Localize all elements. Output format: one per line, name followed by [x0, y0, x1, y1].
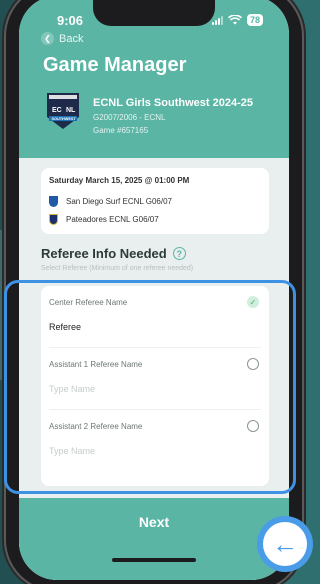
home-team-row: San Diego Surf ECNL G06/07	[49, 196, 172, 207]
away-team-row: Pateadores ECNL G06/07	[49, 214, 159, 225]
referee-heading-text: Referee Info Needed	[41, 246, 167, 261]
chevron-left-icon: ❮	[41, 32, 54, 45]
home-team-badge-icon	[49, 196, 58, 207]
page-title: Game Manager	[43, 54, 187, 76]
highlight-box	[4, 280, 296, 494]
away-team-name: Pateadores ECNL G06/07	[66, 215, 159, 224]
signal-icon	[211, 15, 223, 25]
battery-icon: 78	[246, 14, 263, 26]
status-time: 9:06	[57, 13, 84, 28]
away-team-badge-icon	[49, 214, 58, 225]
home-team-name: San Diego Surf ECNL G06/07	[66, 197, 172, 206]
game-number: Game #657165	[93, 126, 149, 135]
back-arrow-fab[interactable]: ←	[257, 516, 313, 572]
header: 9:06 78 ❮ Back Game Manager EC NL SOUTHW…	[19, 0, 289, 158]
home-indicator	[112, 558, 196, 562]
help-icon[interactable]: ?	[172, 247, 186, 260]
match-datetime: Saturday March 15, 2025 @ 01:00 PM	[49, 176, 190, 185]
notch	[93, 0, 215, 26]
league-name: ECNL Girls Southwest 2024-25	[93, 97, 253, 109]
status-icons: 78	[211, 14, 263, 26]
back-label: Back	[59, 32, 84, 45]
back-button[interactable]: ❮ Back	[41, 32, 83, 45]
match-card: Saturday March 15, 2025 @ 01:00 PM San D…	[41, 168, 269, 234]
bottom-bar: Next	[19, 498, 289, 580]
arrow-left-icon: ←	[263, 522, 307, 566]
referee-heading: Referee Info Needed ?	[41, 246, 186, 261]
logo-banner: SOUTHWEST	[52, 117, 77, 121]
referee-subtitle: Select Referee (Minimum of one referee n…	[41, 265, 194, 272]
wifi-icon	[227, 15, 242, 25]
division: G2007/2006 - ECNL	[93, 113, 166, 122]
league-logo: EC NL SOUTHWEST	[47, 93, 79, 129]
game-summary: EC NL SOUTHWEST ECNL Girls Southwest 202…	[43, 91, 253, 135]
logo-text-left: EC	[52, 107, 62, 114]
next-button[interactable]: Next	[19, 514, 289, 530]
logo-text-right: NL	[66, 107, 76, 114]
